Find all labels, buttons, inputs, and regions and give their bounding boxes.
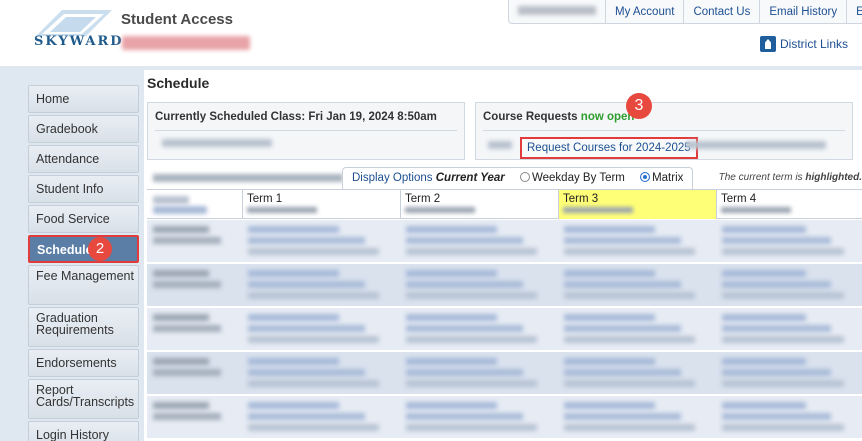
class-cell[interactable]: [406, 358, 552, 390]
class-cell[interactable]: [722, 402, 858, 434]
class-cell[interactable]: [248, 358, 394, 390]
period-cell: [153, 358, 233, 390]
district-links-label: District Links: [780, 37, 849, 51]
class-cell[interactable]: [248, 226, 394, 258]
matrix-label: Matrix: [652, 172, 684, 184]
header: SKYWARD Student Access My Account Contac…: [0, 0, 862, 66]
display-options-link[interactable]: Display Options: [352, 172, 433, 184]
period-cell: [153, 226, 233, 258]
contact-us-link[interactable]: Contact Us: [683, 0, 759, 23]
class-cell[interactable]: [406, 314, 552, 346]
table-row: [147, 396, 862, 439]
class-cell[interactable]: [564, 358, 710, 390]
schedule-content: Schedule Currently Scheduled Class: Fri …: [144, 70, 862, 441]
term-1-header: Term 1: [242, 190, 400, 219]
class-cell[interactable]: [248, 270, 394, 302]
matrix-radio[interactable]: [640, 172, 651, 182]
sidebar-item-gradebook[interactable]: Gradebook: [28, 115, 139, 143]
current-class-redacted: [162, 139, 272, 147]
period-cell: [153, 402, 233, 434]
current-term-note: The current term is highlighted.: [718, 172, 862, 183]
school-name-redacted: [153, 174, 343, 182]
sidebar-item-fee-management[interactable]: Fee Management: [28, 265, 139, 305]
main-shell: Home Gradebook Attendance Student Info F…: [0, 66, 862, 441]
current-class-box: Currently Scheduled Class: Fri Jan 19, 2…: [147, 102, 465, 160]
class-cell[interactable]: [564, 314, 710, 346]
request-courses-link[interactable]: Request Courses for 2024-2025: [520, 137, 698, 159]
class-cell[interactable]: [406, 226, 552, 258]
table-row: [147, 352, 862, 395]
sidebar-item-attendance[interactable]: Attendance: [28, 145, 139, 173]
sidebar-item-student-info[interactable]: Student Info: [28, 175, 139, 203]
class-cell[interactable]: [722, 358, 858, 390]
email-history-link[interactable]: Email History: [759, 0, 846, 23]
student-name-redacted: [122, 36, 250, 50]
district-links-button[interactable]: District Links: [760, 36, 848, 52]
current-class-label: Currently Scheduled Class: Fri Jan 19, 2…: [155, 111, 437, 123]
step-badge-3: 3: [626, 93, 652, 119]
grid-header: Term 1 Term 2 Term 3 Term 4: [147, 190, 862, 219]
course-requests-label: Course Requests now open: [483, 111, 635, 123]
grid-corner-redacted: [153, 196, 207, 214]
page-title: Schedule: [147, 75, 210, 91]
weekday-by-term-radio[interactable]: [519, 172, 530, 182]
exit-link[interactable]: Exit: [846, 0, 862, 23]
sidebar-nav: Home Gradebook Attendance Student Info F…: [28, 85, 139, 441]
class-cell[interactable]: [722, 270, 858, 302]
table-row: [147, 264, 862, 307]
sidebar-item-label: Schedule: [37, 243, 93, 257]
sidebar-item-graduation-requirements[interactable]: Graduation Requirements: [28, 307, 139, 347]
table-row: [147, 220, 862, 263]
class-cell[interactable]: [722, 314, 858, 346]
top-links: My Account Contact Us Email History Exit: [508, 0, 862, 24]
class-cell[interactable]: [248, 402, 394, 434]
term-4-header: Term 4: [716, 190, 862, 219]
sidebar-item-schedule[interactable]: Schedule 2: [28, 235, 139, 263]
course-requests-status: now open: [580, 111, 635, 123]
term-3-header: Term 3: [558, 190, 716, 219]
schedule-grid: Term 1 Term 2 Term 3 Term 4: [147, 189, 862, 441]
class-cell[interactable]: [248, 314, 394, 346]
class-cell[interactable]: [564, 402, 710, 434]
district-icon: [760, 36, 776, 52]
sidebar-item-food-service[interactable]: Food Service: [28, 205, 139, 233]
display-options-tab: Display Options Current Year Weekday By …: [342, 167, 694, 189]
period-cell: [153, 314, 233, 346]
sidebar-item-login-history[interactable]: Login History: [28, 421, 139, 441]
class-cell[interactable]: [406, 402, 552, 434]
current-year-label: Current Year: [435, 172, 505, 184]
weekday-by-term-label: Weekday By Term: [531, 172, 625, 184]
course-requests-box: Course Requests now open Request Courses…: [475, 93, 853, 160]
sidebar-item-endorsements[interactable]: Endorsements: [28, 349, 139, 377]
logo-text: SKYWARD: [34, 34, 124, 49]
period-cell: [153, 270, 233, 302]
term-2-header: Term 2: [400, 190, 558, 219]
sidebar-item-home[interactable]: Home: [28, 85, 139, 113]
class-cell[interactable]: [722, 226, 858, 258]
display-options-bar: Display Options Current Year Weekday By …: [147, 167, 862, 189]
step-badge-2: 2: [88, 237, 112, 261]
sidebar-item-report-cards[interactable]: Report Cards/Transcripts: [28, 379, 139, 419]
class-cell[interactable]: [564, 226, 710, 258]
app-title: Student Access: [121, 11, 233, 28]
user-name-redacted: [509, 0, 605, 23]
class-cell[interactable]: [564, 270, 710, 302]
my-account-link[interactable]: My Account: [605, 0, 683, 23]
class-cell[interactable]: [406, 270, 552, 302]
table-row: [147, 308, 862, 351]
